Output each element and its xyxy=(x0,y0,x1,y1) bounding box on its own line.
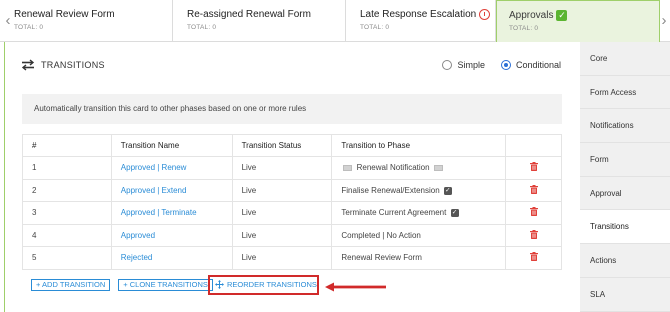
transition-name-link[interactable]: Rejected xyxy=(110,246,233,270)
trash-icon[interactable] xyxy=(529,184,538,194)
chevron-left-icon[interactable]: ‹ xyxy=(2,0,14,42)
annotation-arrow-icon xyxy=(325,282,386,292)
section-title: TRANSITIONS xyxy=(41,60,105,70)
radio-conditional[interactable]: Conditional xyxy=(500,60,561,70)
cell-phase: Renewal Notification xyxy=(331,156,507,180)
table-row: 4 Approved Live Completed | No Action xyxy=(22,223,562,247)
table-row: 3 Approved | Terminate Live Terminate Cu… xyxy=(22,201,562,225)
cell-phase: Finalise Renewal/Extension ✓ xyxy=(331,178,507,202)
transitions-table-wrap: # Transition Name Transition Status Tran… xyxy=(22,134,562,270)
transition-name-link[interactable]: Approved | Renew xyxy=(110,156,233,180)
phase-tab-total: TOTAL: 0 xyxy=(187,24,217,31)
cell-phase: Completed | No Action xyxy=(331,223,507,247)
phase-tab-reassigned-renewal-form[interactable]: Re-assigned Renewal Form TOTAL: 0 xyxy=(173,0,346,42)
check-icon: ✓ xyxy=(443,186,452,195)
green-check-icon: ✓ xyxy=(556,10,568,21)
radio-simple-label: Simple xyxy=(457,60,485,70)
phase-tab-total: TOTAL: 0 xyxy=(360,24,390,31)
phase-tab-label: Renewal Review Form xyxy=(14,9,115,20)
cell-status: Live xyxy=(231,156,333,180)
phase-tab-label: Re-assigned Renewal Form xyxy=(187,9,311,20)
cell-status: Live xyxy=(231,201,333,225)
radio-conditional-label: Conditional xyxy=(515,60,561,70)
transition-name-link[interactable]: Approved | Extend xyxy=(110,178,233,202)
phase-label: Terminate Current Agreement xyxy=(341,208,447,218)
transition-name-link[interactable]: Approved xyxy=(110,223,233,247)
settings-sidebar: Core Form Access Notifications Form Appr… xyxy=(580,42,670,312)
sidebar-item-form[interactable]: Form xyxy=(580,143,670,177)
radio-simple[interactable]: Simple xyxy=(442,60,485,70)
phase-tab-renewal-review-form[interactable]: Renewal Review Form TOTAL: 0 xyxy=(14,0,173,42)
mail-icon xyxy=(433,165,443,172)
sidebar-item-approval[interactable]: Approval xyxy=(580,177,670,211)
mail-icon xyxy=(343,165,353,172)
trash-icon[interactable] xyxy=(529,252,538,262)
cell-status: Live xyxy=(231,246,333,270)
cell-delete xyxy=(505,201,562,225)
cell-status: Live xyxy=(231,178,333,202)
phase-label: Renewal Notification xyxy=(356,163,430,173)
cell-delete xyxy=(505,178,562,202)
column-header-status: Transition Status xyxy=(231,134,333,157)
add-transition-button[interactable]: + ADD TRANSITION xyxy=(31,279,111,291)
trash-icon[interactable] xyxy=(529,229,538,239)
transition-mode-radio-group: Simple Conditional xyxy=(442,60,561,70)
section-header: TRANSITIONS xyxy=(21,59,105,71)
table-actions: + ADD TRANSITION + CLONE TRANSITIONS xyxy=(31,279,213,291)
reorder-transitions-button[interactable]: REORDER TRANSITIONS xyxy=(215,280,317,289)
cell-delete xyxy=(505,156,562,180)
column-header-phase: Transition to Phase xyxy=(331,134,507,157)
move-arrows-icon xyxy=(215,280,224,289)
chevron-right-icon[interactable]: › xyxy=(658,0,670,42)
cell-number: 2 xyxy=(22,178,112,202)
phase-tab-approvals[interactable]: Approvals ✓ TOTAL: 0 xyxy=(496,0,660,42)
cell-phase: Terminate Current Agreement ✓ xyxy=(331,201,507,225)
phase-tab-label: Approvals xyxy=(509,10,554,21)
alarm-clock-icon xyxy=(479,9,491,20)
reorder-label: REORDER TRANSITIONS xyxy=(227,280,317,289)
cell-delete xyxy=(505,223,562,247)
sidebar-item-form-access[interactable]: Form Access xyxy=(580,76,670,110)
sidebar-item-actions[interactable]: Actions xyxy=(580,244,670,278)
table-header-row: # Transition Name Transition Status Tran… xyxy=(22,134,562,157)
trash-icon[interactable] xyxy=(529,207,538,217)
check-icon: ✓ xyxy=(450,209,459,218)
cell-status: Live xyxy=(231,223,333,247)
column-header-number: # xyxy=(22,134,112,157)
cell-number: 5 xyxy=(22,246,112,270)
clone-transitions-button[interactable]: + CLONE TRANSITIONS xyxy=(118,279,213,291)
table-row: 2 Approved | Extend Live Finalise Renewa… xyxy=(22,178,562,202)
info-banner: Automatically transition this card to ot… xyxy=(22,94,562,124)
radio-conditional-dot[interactable] xyxy=(500,60,511,70)
transition-name-link[interactable]: Approved | Terminate xyxy=(110,201,233,225)
phase-tab-late-response-escalation[interactable]: Late Response Escalation TOTAL: 0 xyxy=(346,0,496,42)
trash-icon[interactable] xyxy=(529,162,538,172)
cell-number: 3 xyxy=(22,201,112,225)
phase-tab-total: TOTAL: 0 xyxy=(509,25,539,32)
transitions-panel: TRANSITIONS Simple Conditional Automatic… xyxy=(4,42,581,312)
sidebar-item-transitions[interactable]: Transitions xyxy=(580,210,670,245)
phase-tab-total: TOTAL: 0 xyxy=(14,24,44,31)
sidebar-item-sla[interactable]: SLA xyxy=(580,278,670,312)
radio-simple-dot[interactable] xyxy=(442,60,453,70)
phase-tab-label: Late Response Escalation xyxy=(360,9,477,20)
phase-label: Finalise Renewal/Extension xyxy=(341,185,440,195)
table-row: 1 Approved | Renew Live Renewal Notifica… xyxy=(22,156,562,180)
table-row: 5 Rejected Live Renewal Review Form xyxy=(22,246,562,270)
column-header-actions xyxy=(505,134,562,157)
phase-tab-label-wrap: Late Response Escalation xyxy=(360,9,495,20)
column-header-name: Transition Name xyxy=(110,134,233,157)
cell-delete xyxy=(505,246,562,270)
phase-tab-label-wrap: Approvals ✓ xyxy=(509,10,659,21)
sidebar-item-notifications[interactable]: Notifications xyxy=(580,109,670,144)
sidebar-item-core[interactable]: Core xyxy=(580,42,670,76)
cell-number: 4 xyxy=(22,223,112,247)
cell-number: 1 xyxy=(22,156,112,180)
transitions-table: # Transition Name Transition Status Tran… xyxy=(22,134,562,270)
transfer-arrows-icon xyxy=(21,59,35,71)
phase-tab-strip: ‹ Renewal Review Form TOTAL: 0 Re-assign… xyxy=(0,0,670,42)
cell-phase: Renewal Review Form xyxy=(331,246,507,270)
